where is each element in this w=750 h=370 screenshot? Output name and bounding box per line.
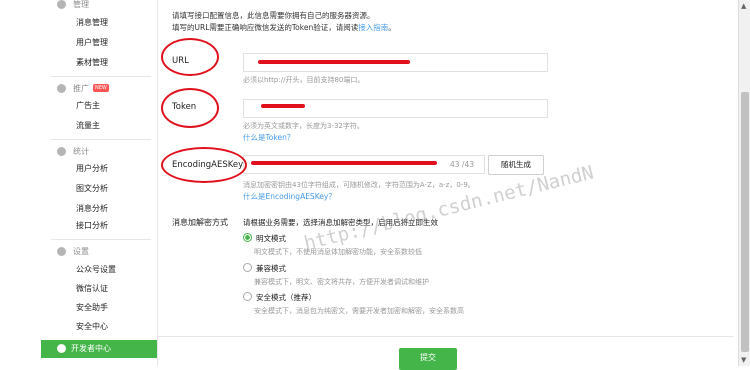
watermark: http://blog.csdn.net/NandN [301,161,596,255]
redaction-mark [251,161,437,165]
redaction-mark [261,104,305,108]
divider [51,139,151,140]
sidebar-item-material[interactable]: 素材管理 [41,54,157,72]
url-hint: 必须以http://开头，目前支持80端口。 [243,76,365,84]
radio-icon[interactable] [243,263,252,272]
submit-button[interactable]: 提交 [399,348,457,370]
folder-icon [57,0,66,9]
random-generate-button[interactable]: 随机生成 [488,155,544,175]
sidebar-item-api-analysis[interactable]: 接口分析 [41,217,157,235]
radio-secure-mode[interactable]: 安全模式（推荐） [243,292,316,303]
new-badge: NEW [93,84,109,92]
main-content: 请填写接口配置信息，此信息需要你拥有自己的服务器资源。 填写的URL需要正确响应… [158,0,734,370]
pie-chart-icon [57,147,66,156]
compatible-mode-desc: 兼容模式下，明文、密文将共存，方便开发者调试和维护 [254,278,429,286]
token-input[interactable] [243,99,548,118]
plaintext-mode-desc: 明文模式下，不使用消息体加解密功能，安全系数较低 [254,248,422,256]
sidebar-section-manage: 管理 [41,0,157,15]
sidebar-item-verification[interactable]: 微信认证 [41,280,157,298]
scrollbar[interactable]: ▲ ▼ [738,0,750,366]
sidebar-item-security-center[interactable]: 安全中心 [41,318,157,336]
aes-counter: 43 /43 [450,160,474,169]
scroll-up-icon[interactable]: ▲ [741,2,746,10]
intro-line-1: 请填写接口配置信息，此信息需要你拥有自己的服务器资源。 [172,11,375,20]
intro-line-2: 填写的URL需要正确响应微信发送的Token验证，请阅读接入指南。 [172,23,396,32]
access-guide-link[interactable]: 接入指南 [358,23,388,32]
divider [51,76,151,77]
annotation-circle [161,38,219,76]
sidebar-item-advertiser[interactable]: 广告主 [41,97,157,115]
divider [51,239,151,240]
encryption-description: 请根据业务需要，选择消息加解密类型，启用后将立即生效 [243,218,438,227]
sidebar-item-security-assistant[interactable]: 安全助手 [41,299,157,317]
sidebar-item-message[interactable]: 消息管理 [41,14,157,32]
sidebar-item-article-analysis[interactable]: 图文分析 [41,180,157,198]
scroll-down-icon[interactable]: ▼ [741,356,746,364]
developer-icon [57,344,66,353]
sidebar-item-users[interactable]: 用户管理 [41,34,157,52]
encryption-label: 消息加解密方式 [172,218,228,227]
gear-icon [57,247,66,256]
sidebar-section-settings: 设置 [41,244,157,262]
redaction-mark [258,60,410,64]
radio-compatible-mode[interactable]: 兼容模式 [243,263,286,274]
annotation-circle [161,88,219,128]
sidebar-item-message-analysis[interactable]: 消息分析 [41,200,157,218]
aes-hint: 消息加密密钥由43位字符组成，可随机修改，字符范围为A-Z，a-z，0-9。 [243,181,475,189]
sidebar-item-account-settings[interactable]: 公众号设置 [41,261,157,279]
what-is-token-link[interactable]: 什么是Token？ [243,132,294,143]
secure-mode-desc: 安全模式下，消息包为纯密文，需要开发者加密和解密，安全系数高 [254,307,464,315]
sidebar-item-user-analysis[interactable]: 用户分析 [41,160,157,178]
megaphone-icon [57,84,66,93]
what-is-aeskey-link[interactable]: 什么是EncodingAESKey？ [243,191,336,202]
sidebar-item-traffic[interactable]: 流量主 [41,117,157,135]
annotation-circle [161,147,247,183]
radio-icon[interactable] [243,292,252,301]
sidebar: 管理 消息管理 用户管理 素材管理 推广 NEW 广告主 流量主 统计 用户分析… [41,0,158,366]
token-hint: 必须为英文或数字，长度为3-32字符。 [243,122,364,130]
radio-selected-icon[interactable] [243,233,252,242]
divider [158,336,734,337]
sidebar-item-developer-center[interactable]: 开发者中心 [41,340,157,358]
radio-plaintext-mode[interactable]: 明文模式 [243,233,286,244]
scrollbar-thumb[interactable] [741,92,749,352]
